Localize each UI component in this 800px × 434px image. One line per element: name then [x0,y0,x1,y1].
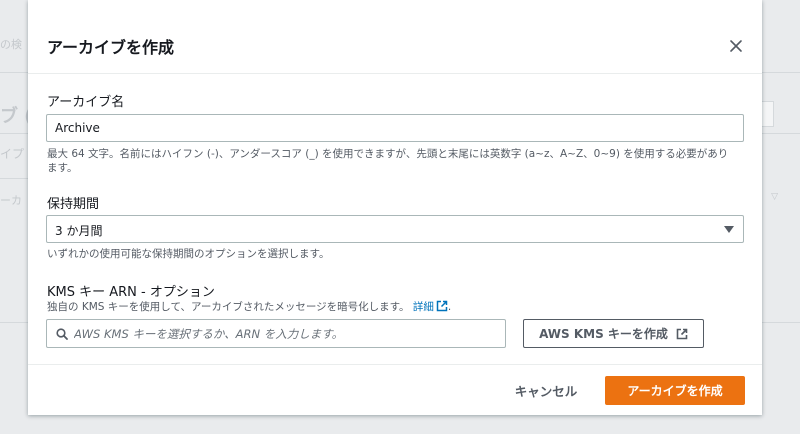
create-archive-button[interactable]: アーカイブを作成 [605,376,745,405]
archive-name-description-line2: ます。 [47,162,78,174]
background-divider [0,72,28,73]
search-icon [56,328,68,340]
archive-name-description-line1: 最大 64 文字。名前にはハイフン (-)、アンダースコア (_) を使用できま… [47,148,729,160]
kms-description: 独自の KMS キーを使用して、アーカイブされたメッセージを暗号化します。 詳細… [47,300,451,314]
details-link[interactable]: 詳細 [412,300,448,313]
modal-header: アーカイブを作成 [28,0,762,74]
background-text: イプ [0,147,25,161]
external-link-icon [436,300,448,312]
background-text: ブ ( [0,106,28,127]
footer-divider [28,364,762,365]
retention-label: 保持期間 [47,197,100,212]
background-divider [762,133,800,134]
modal-title: アーカイブを作成 [47,38,175,57]
archive-name-label: アーカイブ名 [47,95,125,110]
cancel-button[interactable]: キャンセル [496,376,596,405]
background-text: ーカ [0,194,22,207]
retention-selected-value: 3 か月間 [55,224,103,238]
background-control [760,101,774,127]
kms-search-input[interactable] [74,320,499,347]
background-divider [762,322,800,323]
retention-description: いずれかの使用可能な保持期間のオプションを選択します。 [47,248,330,260]
background-caret-icon: ▽ [771,192,778,202]
kms-search-field [46,319,506,348]
details-link-label: 詳細 [412,301,434,313]
background-text: の検 [0,38,22,51]
kms-label: KMS キー ARN - オプション [47,285,215,300]
create-kms-key-button[interactable]: AWS KMS キーを作成 [523,319,704,348]
create-kms-key-label: AWS KMS キーを作成 [539,327,668,341]
retention-select[interactable]: 3 か月間 [46,215,744,243]
external-link-icon [676,328,688,339]
create-archive-modal: アーカイブを作成 アーカイブ名 最大 64 文字。名前にはハイフン (-)、アン… [28,0,762,415]
archive-name-description: 最大 64 文字。名前にはハイフン (-)、アンダースコア (_) を使用できま… [47,147,747,175]
archive-name-input[interactable] [46,114,744,142]
caret-down-icon [724,226,734,233]
kms-description-end: . [447,301,452,313]
background-divider [762,72,800,73]
background-divider [0,133,28,134]
background-divider [0,322,28,323]
close-icon[interactable] [728,38,744,54]
kms-description-text: 独自の KMS キーを使用して、アーカイブされたメッセージを暗号化します。 [47,301,410,313]
background-divider [0,178,28,179]
